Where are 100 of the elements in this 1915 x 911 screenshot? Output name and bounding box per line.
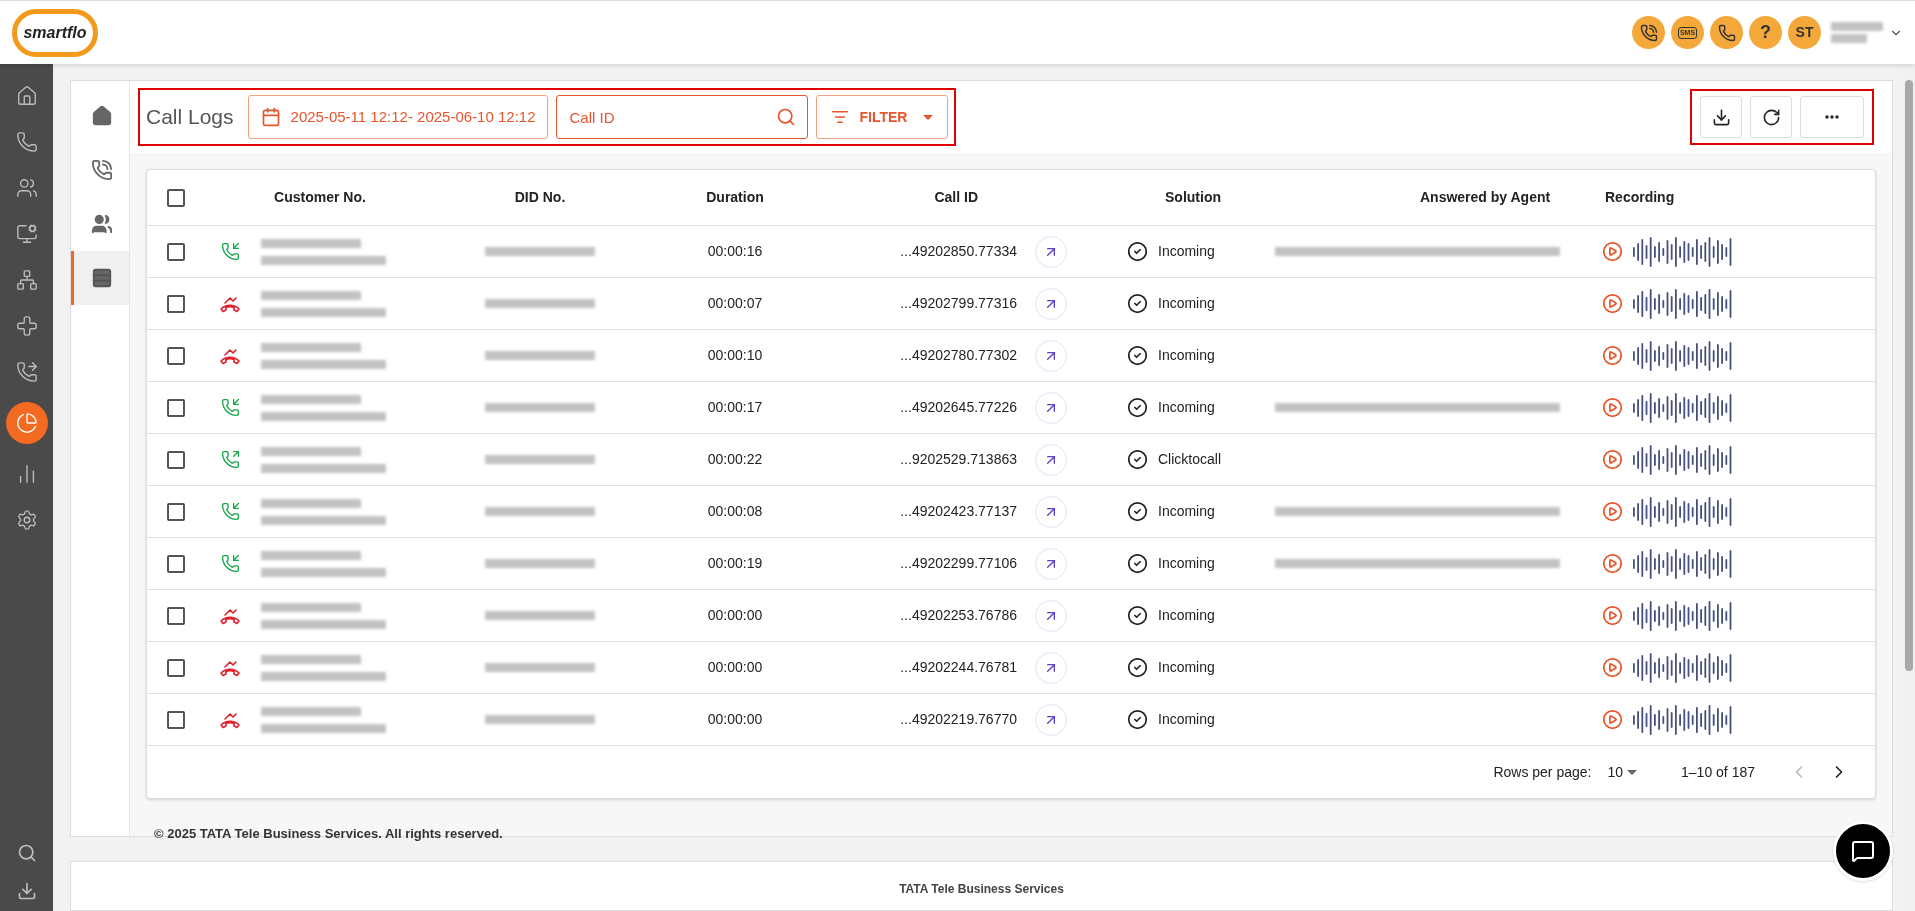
phone-forward-icon xyxy=(15,361,38,383)
solution-cell-text: Incoming xyxy=(1158,710,1215,729)
row-checkbox[interactable] xyxy=(167,242,185,261)
settings-icon xyxy=(15,509,38,531)
call-id-cell-text: ...49202799.77316 xyxy=(900,294,1017,313)
waveform-icon xyxy=(1633,703,1733,736)
filter-button[interactable]: FILTER xyxy=(816,95,949,139)
play-button[interactable] xyxy=(1602,241,1623,262)
download-icon xyxy=(16,881,37,901)
cross-icon xyxy=(15,315,38,337)
duration-cell-text: 00:00:17 xyxy=(707,398,763,417)
nav-item[interactable] xyxy=(5,402,48,444)
outgoing-call-icon xyxy=(220,450,240,469)
row-checkbox[interactable] xyxy=(167,502,185,521)
duration-cell-text: 00:00:00 xyxy=(707,658,763,677)
solution-cell-text: Incoming xyxy=(1158,606,1215,625)
incoming-call-icon xyxy=(220,242,240,261)
solution-cell-text: Incoming xyxy=(1158,346,1215,365)
play-button[interactable] xyxy=(1602,293,1623,314)
row-checkbox[interactable] xyxy=(167,294,185,313)
play-button[interactable] xyxy=(1602,501,1623,522)
call-id-cell-text: ...49202299.77106 xyxy=(900,554,1017,573)
column-header: Call ID xyxy=(934,188,978,207)
row-checkbox[interactable] xyxy=(167,658,185,677)
call-id-cell-text: ...49202780.77302 xyxy=(900,346,1017,365)
waveform-icon xyxy=(1633,599,1733,632)
incoming-call-icon xyxy=(220,502,240,521)
call-id-cell-text: ...49202645.77226 xyxy=(900,398,1017,417)
logo[interactable]: smartflo xyxy=(12,8,98,57)
play-button[interactable] xyxy=(1602,709,1623,730)
solution-cell-text: Clicktocall xyxy=(1158,450,1221,469)
waveform-icon xyxy=(1633,495,1733,528)
check-circle-icon xyxy=(1127,553,1148,574)
phone-call-button[interactable] xyxy=(1632,16,1665,49)
check-circle-icon xyxy=(1127,293,1148,314)
pie-chart-icon xyxy=(15,412,38,434)
check-circle-icon xyxy=(1127,397,1148,418)
filter-icon xyxy=(831,108,850,126)
waveform-icon xyxy=(1633,287,1733,320)
user-avatar[interactable]: ST xyxy=(1788,16,1821,49)
waveform-icon xyxy=(1633,235,1733,268)
play-button[interactable] xyxy=(1602,657,1623,678)
select-all-checkbox[interactable] xyxy=(167,188,185,207)
redacted-user-name xyxy=(1831,22,1883,31)
call-id-cell-text: ...49202423.77137 xyxy=(900,502,1017,521)
rows-per-page-label: Rows per page: xyxy=(1493,762,1592,782)
solution-cell-text: Incoming xyxy=(1158,658,1215,677)
solution-cell-text: Incoming xyxy=(1158,294,1215,313)
play-button[interactable] xyxy=(1602,553,1623,574)
play-icon xyxy=(1602,709,1623,730)
date-range-button[interactable]: 2025-05-11 12:12- 2025-06-10 12:12 xyxy=(247,95,549,139)
play-button[interactable] xyxy=(1602,605,1623,626)
rows-per-page-select[interactable]: 10 xyxy=(1607,761,1638,783)
call-id-search-field[interactable]: Call ID xyxy=(556,95,809,139)
column-header: Duration xyxy=(706,188,764,207)
row-checkbox[interactable] xyxy=(167,606,185,625)
column-header: Customer No. xyxy=(274,188,366,207)
missed-call-icon xyxy=(219,294,241,313)
missed-call-icon xyxy=(219,606,241,625)
row-checkbox[interactable] xyxy=(167,346,185,365)
incoming-call-icon xyxy=(220,398,240,417)
waveform-icon xyxy=(1633,443,1733,476)
home-icon xyxy=(15,85,38,107)
search-button[interactable] xyxy=(16,843,37,863)
subnav-item[interactable] xyxy=(71,251,129,305)
call-id-cell-text: ...9202529.713863 xyxy=(900,450,1017,469)
waveform-icon xyxy=(1633,651,1733,684)
play-icon xyxy=(1602,449,1623,470)
company-name: TATA Tele Business Services xyxy=(899,881,1064,898)
row-checkbox[interactable] xyxy=(167,450,185,469)
download-button[interactable] xyxy=(1700,96,1742,138)
duration-cell-text: 00:00:07 xyxy=(707,294,763,313)
duration-cell-text: 00:00:00 xyxy=(707,710,763,729)
search-icon xyxy=(776,107,797,127)
row-checkbox[interactable] xyxy=(167,398,185,417)
row-checkbox[interactable] xyxy=(167,554,185,573)
missed-call-icon xyxy=(219,346,241,365)
play-button[interactable] xyxy=(1602,449,1623,470)
phone-call-icon xyxy=(90,159,113,181)
column-header: DID No. xyxy=(514,188,566,207)
missed-call-icon xyxy=(219,710,241,729)
scrollbar-thumb[interactable] xyxy=(1905,80,1913,671)
calendar-icon xyxy=(260,107,281,127)
search-icon xyxy=(16,843,37,863)
check-circle-icon xyxy=(1127,345,1148,366)
duration-cell-text: 00:00:16 xyxy=(707,242,763,261)
check-circle-icon xyxy=(1127,501,1148,522)
network-icon xyxy=(15,269,38,291)
missed-call-icon xyxy=(219,658,241,677)
refresh-button[interactable] xyxy=(1750,96,1792,138)
phone-ring-button[interactable] xyxy=(1710,16,1743,49)
waveform-icon xyxy=(1633,391,1733,424)
row-checkbox[interactable] xyxy=(167,710,185,729)
column-header: Recording xyxy=(1605,188,1675,207)
refresh-icon xyxy=(1761,107,1781,127)
copyright-text: © 2025 TATA Tele Business Services. All rights reserved. xyxy=(154,826,503,841)
call-id-cell-text: ...49202219.76770 xyxy=(900,710,1017,729)
play-button[interactable] xyxy=(1602,345,1623,366)
help-button[interactable]: ? xyxy=(1749,16,1782,49)
play-button[interactable] xyxy=(1602,397,1623,418)
